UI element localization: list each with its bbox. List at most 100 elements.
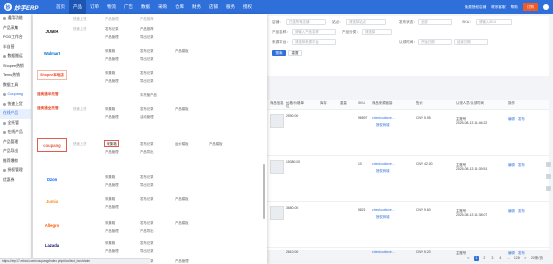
menu-link[interactable]: 运价模板 <box>175 141 189 146</box>
sidebar-item-migrate[interactable]: 数据搬运 <box>0 52 31 62</box>
avatar[interactable] <box>543 4 549 10</box>
app-logo[interactable]: 妙 妙手ERP <box>0 3 48 12</box>
menu-link[interactable]: 产品管理 <box>105 78 119 83</box>
menu-link[interactable]: 产品管理 <box>105 149 119 154</box>
edit-link[interactable]: 编辑 <box>508 250 515 255</box>
menu-link[interactable]: 发布记录 <box>140 141 154 146</box>
sidebar-item-online[interactable]: 在线产品 <box>0 109 31 119</box>
sidebar-item-coupang[interactable]: Coupang <box>0 90 31 100</box>
sidebar-item-tools[interactable]: 数据工具 <box>0 81 31 91</box>
table-row[interactable]: 15380.00 10 checkoutlove... 授权商城 CNY 42.… <box>266 156 549 202</box>
nav-stores[interactable]: 店铺 <box>205 0 222 14</box>
search-button[interactable]: 搜索 <box>272 50 286 56</box>
sidebar-item-recommend[interactable]: 推荐爆款 <box>0 157 31 167</box>
edit-link[interactable]: 编辑 <box>508 208 515 213</box>
nav-products[interactable]: 产品 <box>69 0 86 14</box>
date-start-input[interactable]: 开始日期 <box>418 39 452 45</box>
cell-source-sub[interactable]: 授权商城 <box>376 214 390 219</box>
nav-orders[interactable]: 订单 <box>86 0 103 14</box>
free-auth-link[interactable]: 免费授权店铺 <box>465 5 487 10</box>
menu-link[interactable]: 发布记录 <box>140 174 154 179</box>
status-select[interactable]: 全部 <box>418 19 452 25</box>
coupang-logo[interactable]: coupang <box>37 138 67 152</box>
sidebar-item-online-2[interactable]: 在线产品 <box>0 128 31 138</box>
date-end-input[interactable]: 结束日期 <box>454 39 488 45</box>
sidebar-item-auth[interactable]: 授权管理 <box>0 166 31 176</box>
table-row[interactable]: 3680.00 5821 checkoutlove... 授权商城 CNY 9.… <box>266 202 549 248</box>
menu-link[interactable]: 产品管理 <box>105 16 119 21</box>
menu-link[interactable]: 导出记录 <box>140 56 154 61</box>
sidebar-item-temu-hot[interactable]: Temu热销 <box>0 71 31 81</box>
menu-link[interactable]: 快速上货 <box>73 141 87 146</box>
menu-link[interactable]: 发布记录 <box>140 240 154 245</box>
menu-link[interactable]: 产品模板 <box>209 141 223 146</box>
sidebar-item-export[interactable]: 产品导出 <box>0 147 31 157</box>
product-thumbnail[interactable] <box>270 206 284 220</box>
menu-link[interactable]: 产品管理 <box>105 228 119 233</box>
product-thumbnail[interactable] <box>270 160 284 174</box>
menu-link[interactable]: 发布记录 <box>140 48 154 53</box>
prev-page-button[interactable]: < <box>466 256 471 261</box>
menu-link[interactable]: 导出记录 <box>140 78 154 83</box>
sidebar-item-common[interactable]: 通用功能 <box>0 14 31 24</box>
nav-finance[interactable]: 财务 <box>188 0 205 14</box>
site-select[interactable]: 请选择站点 <box>346 19 386 25</box>
category-select[interactable]: 请选择 <box>362 29 392 35</box>
publish-link[interactable]: 发布 <box>518 208 525 213</box>
nav-services[interactable]: 服务 <box>222 0 239 14</box>
page-button[interactable]: 1 <box>473 256 479 261</box>
menu-link[interactable]: 发布记录 <box>140 220 154 225</box>
cell-source-link[interactable]: checkoutlove... <box>372 116 395 120</box>
sku-input[interactable]: 请输入SKU <box>476 19 512 25</box>
sidebar-item-pod[interactable]: POD工作台 <box>0 33 31 43</box>
cell-source-link[interactable]: checkoutlove... <box>372 208 395 212</box>
order-button[interactable]: 订购 <box>522 3 538 11</box>
cell-source-sub[interactable]: 授权商城 <box>376 168 390 173</box>
menu-link[interactable]: 采集箱 <box>105 220 115 225</box>
coupang-collect-box-link[interactable]: 采集箱 <box>104 140 120 147</box>
sidebar-item-coupon[interactable]: 优惠券 <box>0 176 31 186</box>
store-select[interactable]: 已选所有店铺 <box>286 19 326 25</box>
menu-link[interactable]: 快速上货 <box>73 26 87 31</box>
nav-ads[interactable]: 广告 <box>120 0 137 14</box>
sidebar-item-full[interactable]: 全托管 <box>0 119 31 129</box>
edit-link[interactable]: 编辑 <box>508 116 515 121</box>
menu-link[interactable]: 采集箱 <box>105 106 115 111</box>
publish-link[interactable]: 发布 <box>518 162 525 167</box>
menu-link[interactable]: 产品模板 <box>175 48 189 53</box>
cell-source-sub[interactable]: 授权商城 <box>376 122 390 127</box>
menu-link[interactable]: 采集箱 <box>105 70 115 75</box>
nav-home[interactable]: 首页 <box>52 0 69 14</box>
menu-link[interactable]: 导出记录 <box>140 34 154 39</box>
edit-link[interactable]: 编辑 <box>508 162 515 167</box>
menu-link[interactable]: 采集箱 <box>105 174 115 179</box>
source-select[interactable]: 请选择来源平台 <box>292 39 336 45</box>
menu-link[interactable]: 发布记录 <box>140 106 154 111</box>
publish-link[interactable]: 发布 <box>518 250 525 255</box>
cell-source-link[interactable]: checkoutlove... <box>372 162 395 166</box>
menu-link[interactable]: 产品模板 <box>175 220 189 225</box>
nav-authorize[interactable]: 授权 <box>239 0 256 14</box>
menu-link[interactable]: 导出记录 <box>140 248 154 253</box>
page-button[interactable]: 3 <box>490 256 495 261</box>
menu-link[interactable]: 发布记录 <box>140 196 154 201</box>
menu-link[interactable]: 产品管理 <box>175 258 189 263</box>
menu-link[interactable]: 快速上货 <box>73 106 87 111</box>
sidebar-item-shopee-hot[interactable]: Shopee热销 <box>0 62 31 72</box>
page-button[interactable]: 4 <box>498 256 503 261</box>
menu-link[interactable]: 产品管理 <box>105 114 119 119</box>
name-input[interactable]: 请输入产品名称 <box>292 29 336 35</box>
menu-link[interactable]: 采集箱 <box>105 48 115 53</box>
product-thumbnail[interactable] <box>270 114 284 128</box>
reset-button[interactable]: 重置 <box>288 50 302 56</box>
menu-link[interactable]: 导出记录 <box>140 182 154 187</box>
menu-link[interactable]: 产品管理 <box>105 248 119 253</box>
menu-link[interactable]: 发布记录 <box>140 70 154 75</box>
float-tool-button[interactable] <box>546 162 551 167</box>
sidebar-item-manage[interactable]: 产品管理 <box>0 138 31 148</box>
menu-link[interactable]: 发布记录 <box>105 26 119 31</box>
page-size-select[interactable]: 20条/页 <box>531 256 543 261</box>
table-row[interactable]: 2590.00 98597 checkoutlove... 授权商城 CNY 5… <box>266 110 549 156</box>
menu-link[interactable]: 产品管理 <box>105 56 119 61</box>
menu-link[interactable]: 半托管产品 <box>140 92 157 97</box>
